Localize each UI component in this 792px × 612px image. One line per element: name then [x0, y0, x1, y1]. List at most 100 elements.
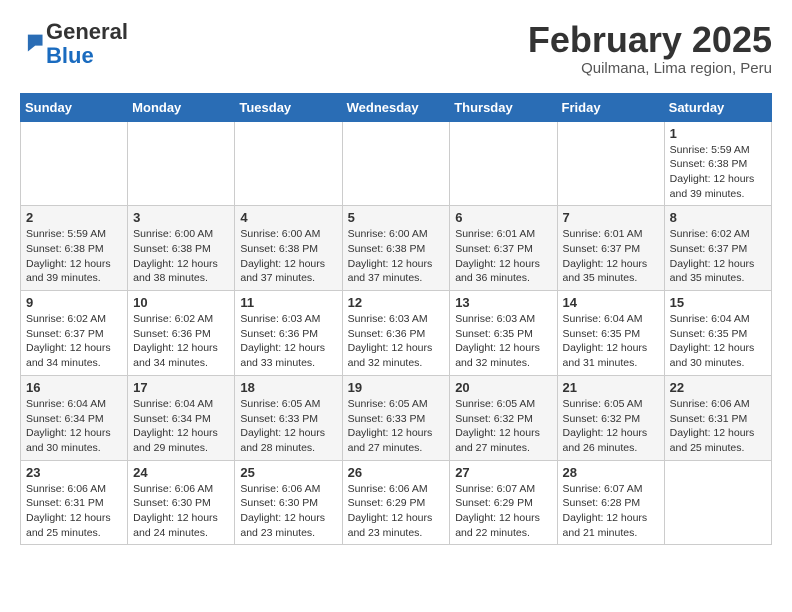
calendar-week-4: 16 Sunrise: 6:04 AM Sunset: 6:34 PM Dayli…	[21, 375, 772, 460]
day-number: 12	[348, 295, 445, 310]
day-info: Sunrise: 5:59 AM Sunset: 6:38 PM Dayligh…	[670, 143, 766, 202]
day-info: Sunrise: 6:05 AM Sunset: 6:33 PM Dayligh…	[348, 397, 445, 456]
day-number: 26	[348, 465, 445, 480]
day-info: Sunrise: 6:03 AM Sunset: 6:36 PM Dayligh…	[240, 312, 336, 371]
day-info: Sunrise: 6:02 AM Sunset: 6:37 PM Dayligh…	[26, 312, 122, 371]
day-number: 17	[133, 380, 229, 395]
calendar-cell: 8 Sunrise: 6:02 AM Sunset: 6:37 PM Daylig…	[664, 206, 771, 291]
calendar-cell: 19 Sunrise: 6:05 AM Sunset: 6:33 PM Dayli…	[342, 375, 450, 460]
day-number: 16	[26, 380, 122, 395]
calendar-week-5: 23Sunrise: 6:06 AM Sunset: 6:31 PM Dayli…	[21, 460, 772, 545]
day-info: Sunrise: 6:05 AM Sunset: 6:32 PM Dayligh…	[455, 397, 551, 456]
day-info: Sunrise: 6:03 AM Sunset: 6:36 PM Dayligh…	[348, 312, 445, 371]
calendar-week-3: 9 Sunrise: 6:02 AM Sunset: 6:37 PM Daylig…	[21, 291, 772, 376]
calendar-cell: 12 Sunrise: 6:03 AM Sunset: 6:36 PM Dayli…	[342, 291, 450, 376]
calendar-cell: 3 Sunrise: 6:00 AM Sunset: 6:38 PM Daylig…	[128, 206, 235, 291]
location-subtitle: Quilmana, Lima region, Peru	[528, 60, 772, 77]
day-number: 5	[348, 210, 445, 225]
day-info: Sunrise: 6:02 AM Sunset: 6:37 PM Dayligh…	[670, 227, 766, 286]
calendar-cell: 9 Sunrise: 6:02 AM Sunset: 6:37 PM Daylig…	[21, 291, 128, 376]
calendar-cell: 25 Sunrise: 6:06 AM Sunset: 6:30 PM Dayli…	[235, 460, 342, 545]
weekday-header-tuesday: Tuesday	[235, 93, 342, 121]
calendar-cell: 13Sunrise: 6:03 AM Sunset: 6:35 PM Dayli…	[450, 291, 557, 376]
calendar-cell	[235, 121, 342, 206]
day-number: 4	[240, 210, 336, 225]
calendar-cell: 20 Sunrise: 6:05 AM Sunset: 6:32 PM Dayli…	[450, 375, 557, 460]
title-block: February 2025 Quilmana, Lima region, Per…	[528, 20, 772, 77]
day-number: 11	[240, 295, 336, 310]
day-number: 14	[563, 295, 659, 310]
calendar-cell: 21Sunrise: 6:05 AM Sunset: 6:32 PM Dayli…	[557, 375, 664, 460]
day-number: 24	[133, 465, 229, 480]
logo-general-text: General	[46, 19, 128, 44]
calendar-cell	[557, 121, 664, 206]
day-info: Sunrise: 6:05 AM Sunset: 6:32 PM Dayligh…	[563, 397, 659, 456]
calendar-cell: 5 Sunrise: 6:00 AM Sunset: 6:38 PM Daylig…	[342, 206, 450, 291]
calendar-cell: 14 Sunrise: 6:04 AM Sunset: 6:35 PM Dayli…	[557, 291, 664, 376]
calendar-cell: 6 Sunrise: 6:01 AM Sunset: 6:37 PM Daylig…	[450, 206, 557, 291]
calendar-cell: 15Sunrise: 6:04 AM Sunset: 6:35 PM Dayli…	[664, 291, 771, 376]
day-number: 8	[670, 210, 766, 225]
day-number: 25	[240, 465, 336, 480]
calendar-cell: 22Sunrise: 6:06 AM Sunset: 6:31 PM Dayli…	[664, 375, 771, 460]
day-number: 3	[133, 210, 229, 225]
calendar-cell: 17 Sunrise: 6:04 AM Sunset: 6:34 PM Dayli…	[128, 375, 235, 460]
calendar-cell	[21, 121, 128, 206]
calendar-cell: 24 Sunrise: 6:06 AM Sunset: 6:30 PM Dayli…	[128, 460, 235, 545]
day-info: Sunrise: 6:07 AM Sunset: 6:28 PM Dayligh…	[563, 482, 659, 541]
calendar-cell: 2 Sunrise: 5:59 AM Sunset: 6:38 PM Daylig…	[21, 206, 128, 291]
calendar-week-1: 1 Sunrise: 5:59 AM Sunset: 6:38 PM Daylig…	[21, 121, 772, 206]
day-number: 18	[240, 380, 336, 395]
calendar-cell: 1 Sunrise: 5:59 AM Sunset: 6:38 PM Daylig…	[664, 121, 771, 206]
calendar-cell: 7Sunrise: 6:01 AM Sunset: 6:37 PM Daylig…	[557, 206, 664, 291]
day-number: 20	[455, 380, 551, 395]
calendar-cell: 11 Sunrise: 6:03 AM Sunset: 6:36 PM Dayli…	[235, 291, 342, 376]
calendar-week-2: 2 Sunrise: 5:59 AM Sunset: 6:38 PM Daylig…	[21, 206, 772, 291]
day-info: Sunrise: 6:02 AM Sunset: 6:36 PM Dayligh…	[133, 312, 229, 371]
calendar-cell: 18Sunrise: 6:05 AM Sunset: 6:33 PM Dayli…	[235, 375, 342, 460]
day-number: 2	[26, 210, 122, 225]
day-number: 28	[563, 465, 659, 480]
weekday-header-row: SundayMondayTuesdayWednesdayThursdayFrid…	[21, 93, 772, 121]
day-number: 15	[670, 295, 766, 310]
day-info: Sunrise: 6:06 AM Sunset: 6:30 PM Dayligh…	[240, 482, 336, 541]
page-header: General Blue February 2025 Quilmana, Lim…	[20, 20, 772, 77]
day-info: Sunrise: 6:07 AM Sunset: 6:29 PM Dayligh…	[455, 482, 551, 541]
calendar-cell: 27 Sunrise: 6:07 AM Sunset: 6:29 PM Dayli…	[450, 460, 557, 545]
logo-icon	[22, 31, 44, 53]
day-number: 27	[455, 465, 551, 480]
logo-blue-text: Blue	[46, 43, 94, 68]
calendar-cell: 26 Sunrise: 6:06 AM Sunset: 6:29 PM Dayli…	[342, 460, 450, 545]
calendar-cell: 16Sunrise: 6:04 AM Sunset: 6:34 PM Dayli…	[21, 375, 128, 460]
calendar-table: SundayMondayTuesdayWednesdayThursdayFrid…	[20, 93, 772, 546]
calendar-cell	[342, 121, 450, 206]
day-info: Sunrise: 6:01 AM Sunset: 6:37 PM Dayligh…	[455, 227, 551, 286]
weekday-header-saturday: Saturday	[664, 93, 771, 121]
calendar-cell: 23Sunrise: 6:06 AM Sunset: 6:31 PM Dayli…	[21, 460, 128, 545]
day-number: 6	[455, 210, 551, 225]
day-info: Sunrise: 6:01 AM Sunset: 6:37 PM Dayligh…	[563, 227, 659, 286]
weekday-header-wednesday: Wednesday	[342, 93, 450, 121]
calendar-cell: 28 Sunrise: 6:07 AM Sunset: 6:28 PM Dayli…	[557, 460, 664, 545]
day-info: Sunrise: 6:00 AM Sunset: 6:38 PM Dayligh…	[133, 227, 229, 286]
weekday-header-friday: Friday	[557, 93, 664, 121]
day-info: Sunrise: 6:00 AM Sunset: 6:38 PM Dayligh…	[348, 227, 445, 286]
calendar-cell: 4 Sunrise: 6:00 AM Sunset: 6:38 PM Daylig…	[235, 206, 342, 291]
day-number: 1	[670, 126, 766, 141]
weekday-header-sunday: Sunday	[21, 93, 128, 121]
day-number: 9	[26, 295, 122, 310]
weekday-header-thursday: Thursday	[450, 93, 557, 121]
day-info: Sunrise: 6:06 AM Sunset: 6:31 PM Dayligh…	[26, 482, 122, 541]
day-info: Sunrise: 5:59 AM Sunset: 6:38 PM Dayligh…	[26, 227, 122, 286]
day-info: Sunrise: 6:00 AM Sunset: 6:38 PM Dayligh…	[240, 227, 336, 286]
day-info: Sunrise: 6:04 AM Sunset: 6:35 PM Dayligh…	[563, 312, 659, 371]
day-info: Sunrise: 6:06 AM Sunset: 6:29 PM Dayligh…	[348, 482, 445, 541]
calendar-cell	[664, 460, 771, 545]
day-number: 19	[348, 380, 445, 395]
day-info: Sunrise: 6:06 AM Sunset: 6:30 PM Dayligh…	[133, 482, 229, 541]
weekday-header-monday: Monday	[128, 93, 235, 121]
logo: General Blue	[20, 20, 128, 68]
day-info: Sunrise: 6:04 AM Sunset: 6:34 PM Dayligh…	[133, 397, 229, 456]
day-number: 10	[133, 295, 229, 310]
day-info: Sunrise: 6:06 AM Sunset: 6:31 PM Dayligh…	[670, 397, 766, 456]
